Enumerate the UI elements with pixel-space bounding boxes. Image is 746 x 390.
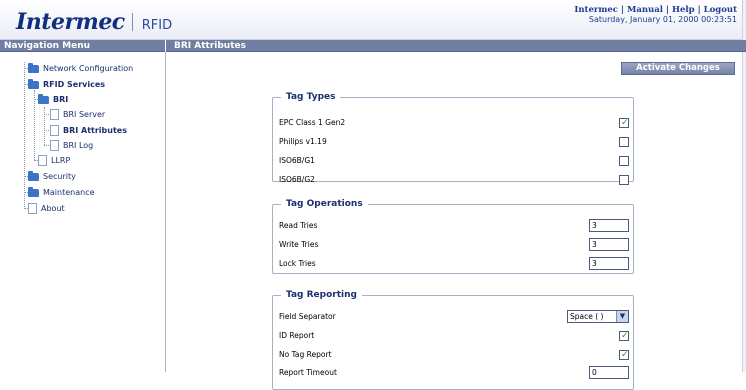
tag-types-group: Tag Types EPC Class 1 Gen2 Philips v1.19…: [272, 92, 634, 185]
field-separator-label: Field Separator: [279, 312, 336, 321]
title-bar: Navigation Menu BRI Attributes: [0, 40, 746, 52]
date-time: Saturday, January 01, 2000 00:23:51: [588, 15, 737, 24]
tag-type-row: Philips v1.19: [279, 135, 629, 149]
read-tries-row: Read Tries 3: [279, 219, 629, 233]
link-manual[interactable]: Manual: [627, 5, 663, 15]
folder-icon: [28, 186, 39, 197]
sidebar-item-label: BRI Log: [63, 141, 94, 150]
sidebar-item-label: Network Configuration: [43, 64, 134, 73]
write-tries-row: Write Tries 3: [279, 238, 629, 252]
tag-type-row: ISO6B/G2: [279, 173, 629, 187]
folder-open-icon: [38, 93, 49, 104]
report-timeout-input[interactable]: 0: [589, 366, 629, 379]
page-scrollbar[interactable]: [742, 0, 746, 372]
tag-type-label: EPC Class 1 Gen2: [279, 118, 346, 127]
page-title: BRI Attributes: [174, 41, 246, 51]
tag-operations-group: Tag Operations Read Tries 3 Write Tries …: [272, 199, 634, 274]
page-icon: [50, 125, 59, 136]
sidebar-item-llrp[interactable]: LLRP: [38, 154, 70, 167]
sidebar: Network Configuration RFID Services BRI …: [0, 52, 166, 372]
sidebar-item-maintenance[interactable]: Maintenance: [28, 186, 95, 199]
link-logout[interactable]: Logout: [704, 5, 737, 15]
tag-type-row: EPC Class 1 Gen2: [279, 116, 629, 130]
sidebar-item-label: Maintenance: [43, 188, 95, 197]
read-tries-label: Read Tries: [279, 221, 318, 230]
lock-tries-row: Lock Tries 3: [279, 257, 629, 271]
id-report-label: ID Report: [279, 331, 315, 340]
folder-icon: [28, 62, 39, 73]
activate-changes-button[interactable]: Activate Changes: [621, 62, 735, 75]
tag-types-legend: Tag Types: [286, 92, 336, 102]
id-report-checkbox[interactable]: [619, 329, 629, 343]
sidebar-item-about[interactable]: About: [28, 202, 65, 215]
iso6b-g2-checkbox[interactable]: [619, 175, 629, 185]
page-icon: [50, 140, 59, 151]
sidebar-item-label: RFID Services: [43, 80, 106, 89]
page-icon: [50, 109, 59, 120]
folder-open-icon: [28, 78, 39, 89]
top-links: Intermec | Manual | Help | Logout Saturd…: [574, 5, 737, 24]
sidebar-item-label: LLRP: [51, 156, 71, 165]
epc-class1-gen2-checkbox[interactable]: [619, 116, 629, 130]
philips-checkbox[interactable]: [619, 137, 629, 147]
sidebar-item-bri-attributes[interactable]: BRI Attributes: [50, 124, 127, 137]
sidebar-item-label: BRI Attributes: [63, 126, 127, 135]
intermec-logo: Intermec RFID: [16, 9, 172, 35]
field-separator-select[interactable]: Space ( ) ▼: [567, 310, 629, 323]
no-tag-report-row: No Tag Report: [279, 348, 629, 362]
product-name: RFID: [141, 18, 173, 33]
tag-type-label: ISO6B/G1: [279, 156, 315, 165]
sidebar-item-bri-server[interactable]: BRI Server: [50, 108, 105, 121]
header: Intermec RFID Intermec | Manual | Help |…: [0, 0, 746, 40]
no-tag-report-checkbox[interactable]: [619, 348, 629, 362]
sidebar-item-label: BRI: [53, 95, 69, 104]
navigation-menu-title: Navigation Menu: [4, 41, 91, 51]
report-timeout-label: Report Timeout: [279, 368, 337, 377]
tag-reporting-group: Tag Reporting Field Separator Space ( ) …: [272, 290, 634, 390]
sidebar-item-bri-log[interactable]: BRI Log: [50, 139, 93, 152]
page-icon: [28, 203, 37, 214]
sidebar-item-bri[interactable]: BRI: [38, 93, 68, 106]
link-intermec[interactable]: Intermec: [574, 5, 618, 15]
lock-tries-label: Lock Tries: [279, 259, 316, 268]
folder-icon: [28, 170, 39, 181]
main-content: Activate Changes Tag Types EPC Class 1 G…: [166, 52, 742, 390]
link-help[interactable]: Help: [672, 5, 695, 15]
logo-divider: [131, 13, 133, 31]
field-separator-row: Field Separator Space ( ) ▼: [279, 310, 629, 324]
page-icon: [38, 155, 47, 166]
logo-text: Intermec: [16, 9, 125, 35]
tag-operations-legend: Tag Operations: [286, 199, 363, 209]
id-report-row: ID Report: [279, 329, 629, 343]
sidebar-item-rfid-services[interactable]: RFID Services: [28, 78, 105, 91]
sidebar-item-network-configuration[interactable]: Network Configuration: [28, 62, 133, 75]
tag-reporting-legend: Tag Reporting: [286, 290, 357, 300]
no-tag-report-label: No Tag Report: [279, 350, 332, 359]
tag-type-label: ISO6B/G2: [279, 175, 315, 184]
read-tries-input[interactable]: 3: [589, 219, 629, 232]
tree-line: [34, 90, 35, 160]
write-tries-label: Write Tries: [279, 240, 319, 249]
tag-type-row: ISO6B/G1: [279, 154, 629, 168]
report-timeout-row: Report Timeout 0: [279, 366, 629, 380]
tag-type-label: Philips v1.19: [279, 137, 327, 146]
sidebar-item-label: Security: [43, 172, 76, 181]
title-divider: [165, 40, 166, 52]
lock-tries-input[interactable]: 3: [589, 257, 629, 270]
sidebar-item-label: About: [41, 204, 65, 213]
write-tries-input[interactable]: 3: [589, 238, 629, 251]
iso6b-g1-checkbox[interactable]: [619, 156, 629, 166]
sidebar-item-security[interactable]: Security: [28, 170, 76, 183]
chevron-down-icon[interactable]: ▼: [616, 311, 628, 322]
tree-line: [44, 107, 45, 145]
field-separator-value: Space ( ): [570, 312, 604, 321]
sidebar-item-label: BRI Server: [63, 110, 106, 119]
